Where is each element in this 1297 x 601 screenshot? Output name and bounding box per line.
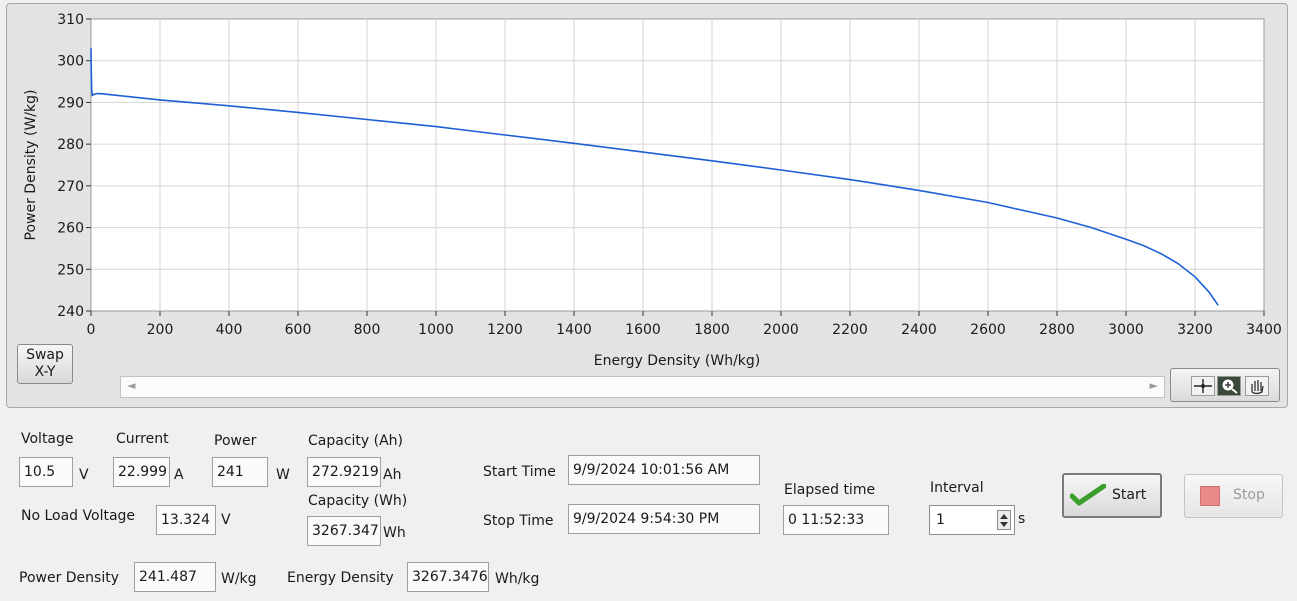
x-tick-label: 800 [354,322,381,338]
capacity-ah-unit: Ah [383,467,402,483]
zoom-icon[interactable] [1217,376,1241,396]
interval-value: 1 [936,512,945,528]
energy-density-indicator: 3267.3476 [407,562,489,592]
current-label: Current [116,431,169,447]
y-tick-label: 280 [57,137,84,153]
interval-label: Interval [930,480,984,496]
x-axis-label: Energy Density (Wh/kg) [594,353,761,369]
interval-input[interactable]: 1 [929,505,1015,535]
checkmark-icon [1070,484,1106,506]
no-load-voltage-unit: V [221,512,231,528]
capacity-ah-label: Capacity (Ah) [308,433,404,449]
power-label: Power [214,433,257,449]
x-tick-label: 400 [216,322,243,338]
voltage-indicator: 10.5 [19,457,73,487]
power-density-indicator: 241.487 [134,562,216,592]
start-time-indicator: 9/9/2024 10:01:56 AM [568,455,760,485]
horizontal-scrollbar[interactable]: ◄ ► [120,376,1165,398]
swap-label-1: Swap [26,347,64,363]
capacity-wh-unit: Wh [383,525,406,541]
start-label: Start [1112,487,1147,503]
x-tick-label: 2400 [901,322,937,338]
y-axis-label: Power Density (W/kg) [23,90,39,241]
stop-label: Stop [1233,487,1265,503]
y-tick-label: 300 [57,54,84,70]
x-tick-label: 0 [87,322,96,338]
x-tick-label: 2800 [1039,322,1075,338]
swap-xy-button[interactable]: Swap X-Y [17,344,73,384]
x-tick-label: 3200 [1177,322,1213,338]
stop-time-indicator: 9/9/2024 9:54:30 PM [568,504,760,534]
voltage-label: Voltage [21,431,74,447]
current-unit: A [174,467,184,483]
x-tick-label: 1400 [556,322,592,338]
scroll-left-arrow-icon[interactable]: ◄ [127,379,135,392]
stop-button[interactable]: Stop [1184,474,1283,518]
power-density-unit: W/kg [221,571,257,587]
xy-graph: 0 200 400 600 800 1000 1200 1400 1600 1800 2000 220… [23,12,1282,369]
interval-unit: s [1018,511,1026,527]
no-load-voltage-label: No Load Voltage [21,508,136,524]
y-tick-label: 310 [57,12,84,28]
x-tick-label: 2600 [970,322,1006,338]
x-tick-label: 1000 [418,322,454,338]
x-tick-label: 1200 [487,322,523,338]
stop-time-label: Stop Time [483,513,554,529]
x-tick-label: 1800 [694,322,730,338]
voltage-unit: V [79,467,89,483]
no-load-voltage-indicator: 13.324 [156,505,216,535]
x-tick-label: 2000 [763,322,799,338]
spin-down-icon[interactable] [1000,522,1008,527]
elapsed-time-indicator: 0 11:52:33 [783,505,889,535]
x-tick-label: 200 [147,322,174,338]
graph-panel: 0 200 400 600 800 1000 1200 1400 1600 1800 2000 220… [6,3,1288,408]
power-indicator: 241 [212,457,268,487]
x-tick-label: 3000 [1108,322,1144,338]
x-tick-label: 2200 [832,322,868,338]
power-density-label: Power Density [19,570,120,586]
start-button[interactable]: Start [1062,473,1162,518]
y-tick-label: 240 [57,304,84,320]
y-tick-label: 250 [57,262,84,278]
stop-square-icon [1200,486,1220,506]
x-tick-label: 600 [285,322,312,338]
capacity-wh-indicator: 3267.347 [307,516,381,546]
swap-label-2: X-Y [34,364,56,380]
pan-hand-icon[interactable] [1245,376,1269,396]
current-indicator: 22.999 [113,457,170,487]
cursor-move-icon[interactable] [1191,376,1215,396]
x-tick-label: 1600 [625,322,661,338]
graph-palette [1170,368,1280,402]
spin-up-icon[interactable] [1000,514,1008,519]
start-time-label: Start Time [483,464,556,480]
y-tick-label: 270 [57,179,84,195]
elapsed-time-label: Elapsed time [784,482,876,498]
plot-area [90,18,1265,312]
capacity-wh-label: Capacity (Wh) [308,493,408,509]
y-tick-label: 260 [57,221,84,237]
capacity-ah-indicator: 272.9219 [307,457,381,487]
energy-density-label: Energy Density [287,570,394,586]
x-tick-label: 3400 [1246,322,1282,338]
y-tick-label: 290 [57,95,84,111]
power-unit: W [276,467,290,483]
interval-spinner[interactable] [997,510,1011,530]
energy-density-unit: Wh/kg [495,571,540,587]
scroll-right-arrow-icon[interactable]: ► [1150,379,1158,392]
